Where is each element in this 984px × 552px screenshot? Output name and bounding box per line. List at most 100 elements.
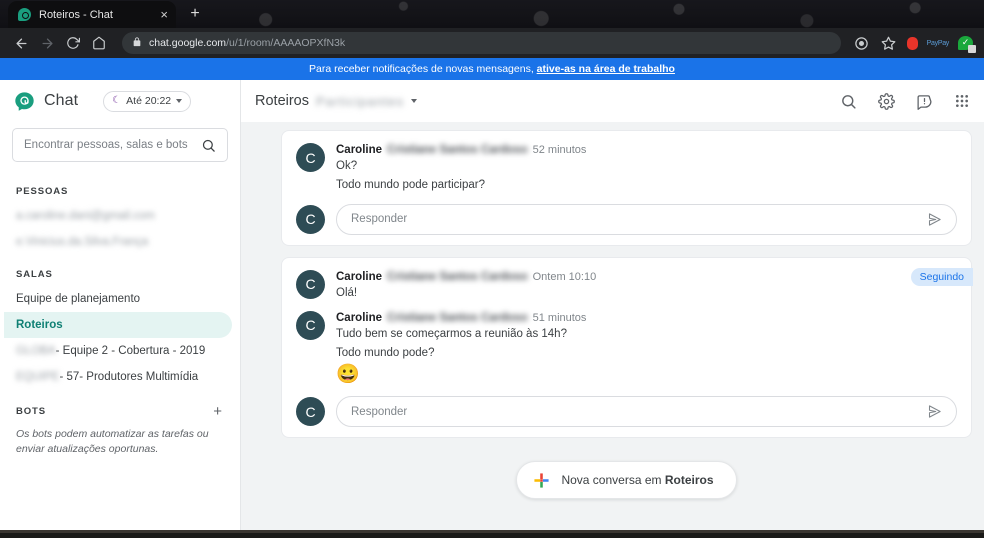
search-icon[interactable] [840, 93, 857, 110]
status-badge[interactable]: Seguindo [910, 267, 973, 286]
tab-title: Roteiros - Chat [39, 8, 113, 21]
reply-input[interactable] [351, 405, 919, 418]
sidebar-item-roteiros[interactable]: Roteiros [4, 312, 232, 338]
sidebar-item-person-2[interactable]: e.Vinicius.da.Silva.França [0, 229, 240, 255]
browser-tab[interactable]: Roteiros - Chat × [8, 1, 176, 28]
status-pill[interactable]: ☾ Até 20:22 [103, 90, 192, 112]
brand-row: Chat ☾ Até 20:22 [0, 80, 240, 122]
send-icon[interactable] [927, 212, 942, 227]
rooms-section-header: SALAS [0, 255, 240, 286]
moon-icon: ☾ [112, 95, 122, 106]
toolbar-right-icons: PayPay ✓ [853, 34, 976, 53]
reply-row: C [296, 203, 957, 235]
add-bot-button[interactable]: + [211, 404, 224, 419]
message-line: Tudo bem se começarmos a reunião às 14h? [336, 327, 567, 340]
notification-message: Para receber notificações de novas mensa… [309, 63, 537, 75]
url-domain: chat.google.com [149, 37, 227, 49]
google-plus-icon [533, 472, 550, 489]
avatar: C [296, 143, 325, 172]
star-icon[interactable] [880, 34, 898, 52]
message-sender: Caroline [336, 144, 383, 156]
chat-favicon-icon [18, 8, 31, 21]
search-icon[interactable] [201, 138, 216, 153]
reply-box[interactable] [336, 203, 957, 235]
close-icon[interactable]: × [160, 8, 168, 21]
page-title: Roteiros [255, 93, 309, 109]
browser-window: Roteiros - Chat × + chat.google.com/u/1/… [0, 0, 984, 552]
message-timestamp: Ontem 10:10 [532, 270, 597, 283]
sidebar-item-equipe-de-planejamento[interactable]: Equipe de planejamento [0, 286, 240, 312]
home-button[interactable] [88, 32, 110, 54]
room-name-visible: - 57- Produtores Multimídia [59, 371, 199, 383]
search-input[interactable] [24, 139, 201, 151]
sidebar-item-produtores-multimidia[interactable]: EQUIPE - 57- Produtores Multimídia [0, 364, 240, 390]
people-section-title: PESSOAS [16, 186, 69, 197]
chat-logo-icon [14, 91, 35, 112]
url-text: chat.google.com/u/1/room/AAAAOPXfN3k [149, 37, 345, 49]
new-tab-button[interactable]: + [182, 1, 208, 27]
back-button[interactable] [10, 32, 32, 54]
feedback-icon[interactable] [916, 93, 933, 110]
message-body: Caroline Cristiane Santos Cardoso Ontem … [336, 270, 957, 302]
chevron-down-icon[interactable] [411, 99, 418, 103]
search-area [0, 122, 240, 172]
header-actions [840, 92, 970, 110]
message-sender-blurred: Cristiane Santos Cardoso [387, 270, 528, 283]
status-label: Até 20:22 [126, 95, 172, 107]
message-meta: Caroline Cristiane Santos Cardoso 51 min… [336, 312, 957, 324]
message-emoji: 😀 [336, 364, 360, 386]
tab-strip: Roteiros - Chat × + [0, 0, 984, 28]
message-sender: Caroline [336, 311, 383, 324]
send-icon[interactable] [927, 404, 942, 419]
new-conversation-prefix: Nova conversa em [561, 473, 665, 488]
enable-notifications-link[interactable]: ative-as na área de trabalho [537, 63, 675, 75]
message-sender-blurred: Cristiane Santos Cardoso [387, 311, 528, 324]
apps-grid-icon[interactable] [954, 93, 970, 109]
rooms-section-title: SALAS [16, 269, 53, 280]
room-header: Roteiros Participantes [241, 80, 984, 122]
reply-row: C [296, 396, 957, 428]
room-name-blurred-prefix: EQUIPE [16, 371, 60, 383]
profile-icon[interactable] [853, 34, 871, 52]
room-name-blurred-prefix: GLOBA [16, 345, 56, 357]
message-meta: Caroline Cristiane Santos Cardoso 52 min… [336, 144, 957, 156]
avatar: C [296, 269, 325, 299]
conversation-panel: Roteiros Participantes C Caroline Cristi… [241, 80, 984, 530]
sidebar-item-equipe-2-cobertura[interactable]: GLOBA - Equipe 2 - Cobertura - 2019 [0, 338, 240, 364]
reply-input[interactable] [351, 213, 919, 225]
reply-box[interactable] [336, 396, 957, 428]
lock-icon [132, 34, 142, 52]
address-bar[interactable]: chat.google.com/u/1/room/AAAAOPXfN3k [122, 32, 841, 54]
window-bottom-edge [0, 530, 984, 538]
new-conversation-button[interactable]: Nova conversa em Roteiros [516, 461, 737, 500]
message-meta: Caroline Cristiane Santos Cardoso Ontem … [336, 271, 957, 283]
message-timestamp: 52 minutos [532, 144, 587, 156]
brand-name: Chat [44, 92, 79, 109]
sidebar-item-person-1[interactable]: a.caroline.dani@gmail.com [0, 203, 240, 229]
bots-description: Os bots podem automatizar as tarefas ou … [16, 428, 209, 456]
message-sender: Caroline [336, 270, 383, 283]
pocket-extension-icon[interactable] [906, 36, 918, 50]
url-path: /u/1/room/AAAAOPXfN3k [226, 37, 346, 49]
message-line: Ok? [336, 160, 358, 172]
message-sender-blurred: Cristiane Santos Cardoso [387, 144, 528, 156]
new-conversation-label: Nova conversa em Roteiros [561, 473, 713, 487]
chevron-down-icon [176, 99, 183, 103]
thread-list[interactable]: C Caroline Cristiane Santos Cardoso 52 m… [241, 122, 984, 530]
paypay-extension-icon[interactable]: PayPay [927, 40, 950, 47]
message-timestamp: 51 minutos [532, 311, 587, 324]
chat-app: Chat ☾ Até 20:22 PESSOAS a.caroline. [0, 80, 984, 530]
sidebar: Chat ☾ Até 20:22 PESSOAS a.caroline. [0, 80, 241, 530]
room-participants-blurred: Participantes [316, 93, 405, 109]
message-line: Olá! [336, 286, 358, 299]
message: C Caroline Cristiane Santos Cardoso 51 m… [296, 310, 957, 387]
checkmark-leaf-extension-icon[interactable]: ✓ [958, 35, 976, 53]
reload-button[interactable] [62, 32, 84, 54]
search-box[interactable] [12, 128, 228, 162]
people-section-header: PESSOAS [0, 172, 240, 203]
forward-button[interactable] [36, 32, 58, 54]
gear-icon[interactable] [878, 92, 895, 110]
avatar: C [296, 204, 325, 234]
new-conversation-area: Nova conversa em Roteiros [281, 449, 972, 515]
message: C Caroline Cristiane Santos Cardoso 52 m… [296, 143, 957, 195]
